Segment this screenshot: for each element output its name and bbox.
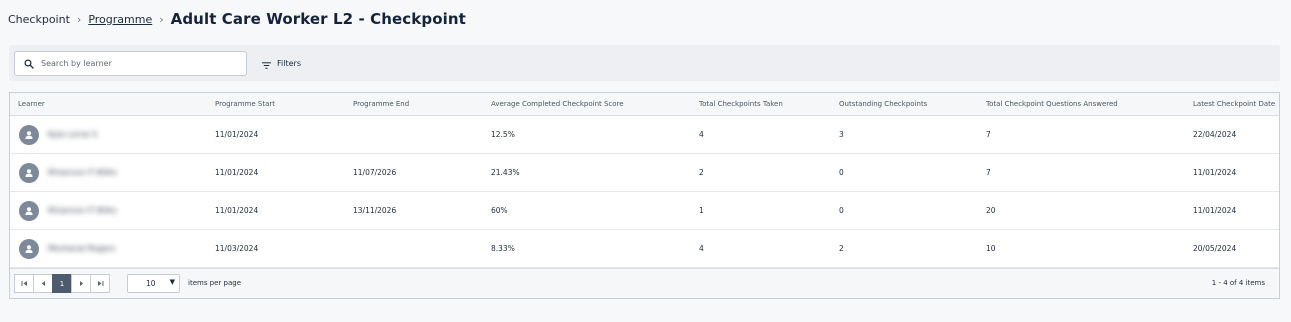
column-header-learner[interactable]: Learner [18, 93, 45, 115]
filter-icon [262, 54, 271, 73]
column-header-programme-end[interactable]: Programme End [353, 93, 409, 115]
average-score-cell: 8.33% [491, 244, 515, 253]
last-page-icon [97, 281, 103, 286]
pager: 1 [14, 274, 110, 293]
last-page-button[interactable] [90, 274, 110, 293]
learner-name[interactable]: Rhiannon P Wilks [48, 154, 117, 192]
search-input[interactable] [41, 53, 231, 74]
previous-page-icon [41, 281, 45, 286]
latest-date-cell: 11/01/2024 [1193, 206, 1237, 215]
total-taken-cell: 4 [699, 244, 704, 253]
chevron-right-icon: › [76, 12, 82, 26]
previous-page-button[interactable] [33, 274, 53, 293]
breadcrumb: Checkpoint › Programme › Adult Care Work… [8, 8, 466, 30]
avatar [19, 201, 39, 221]
avatar [19, 125, 39, 145]
learner-name[interactable]: Montanal Rogers [48, 230, 115, 268]
page-title: Adult Care Worker L2 - Checkpoint [170, 10, 466, 28]
programme-start-cell: 11/01/2024 [215, 168, 259, 177]
outstanding-cell: 0 [839, 206, 844, 215]
search-icon [17, 52, 41, 75]
total-taken-cell: 1 [699, 206, 704, 215]
latest-date-cell: 20/05/2024 [1193, 244, 1237, 253]
page-size-dropdown[interactable]: 10 ▼ [127, 274, 180, 293]
average-score-cell: 60% [491, 206, 508, 215]
pagination-bar: 1 10 ▼ items per page 1 - 4 of 4 items [10, 268, 1279, 298]
table-row[interactable]: Montanal Rogers 11/03/2024 8.33% 4 2 10 … [10, 230, 1279, 268]
learner-name[interactable]: Kyle Lorne S [48, 116, 97, 154]
programme-start-cell: 11/01/2024 [215, 130, 259, 139]
column-header-programme-start[interactable]: Programme Start [215, 93, 275, 115]
average-score-cell: 21.43% [491, 168, 520, 177]
outstanding-cell: 2 [839, 244, 844, 253]
breadcrumb-checkpoint[interactable]: Checkpoint [8, 13, 70, 26]
next-page-button[interactable] [71, 274, 91, 293]
caret-down-icon: ▼ [169, 278, 175, 286]
questions-answered-cell: 20 [986, 206, 996, 215]
programme-start-cell: 11/03/2024 [215, 244, 259, 253]
first-page-button[interactable] [14, 274, 34, 293]
total-taken-cell: 2 [699, 168, 704, 177]
column-header-questions-answered[interactable]: Total Checkpoint Questions Answered [986, 93, 1118, 115]
outstanding-cell: 0 [839, 168, 844, 177]
breadcrumb-programme-link[interactable]: Programme [88, 13, 152, 26]
filters-button[interactable]: Filters [262, 55, 301, 71]
column-header-total-checkpoints-taken[interactable]: Total Checkpoints Taken [699, 93, 783, 115]
avatar [19, 163, 39, 183]
avatar [19, 239, 39, 259]
programme-end-cell: 11/07/2026 [353, 168, 397, 177]
programme-end-cell: 13/11/2026 [353, 206, 397, 215]
questions-answered-cell: 7 [986, 168, 991, 177]
latest-date-cell: 11/01/2024 [1193, 168, 1237, 177]
learner-name[interactable]: Rhiannon P Wilks [48, 192, 117, 230]
column-header-latest-checkpoint-date[interactable]: Latest Checkpoint Date [1193, 93, 1275, 115]
outstanding-cell: 3 [839, 130, 844, 139]
page-size-value: 10 [146, 279, 156, 288]
table-row[interactable]: Rhiannon P Wilks 11/01/2024 11/07/2026 2… [10, 154, 1279, 192]
filters-label: Filters [277, 58, 301, 68]
pagination-range-info: 1 - 4 of 4 items [1211, 279, 1265, 287]
items-per-page-label: items per page [188, 279, 242, 287]
search-box [14, 51, 247, 76]
table-row[interactable]: Rhiannon P Wilks 11/01/2024 13/11/2026 6… [10, 192, 1279, 230]
chevron-right-icon: › [159, 12, 164, 26]
programme-start-cell: 11/01/2024 [215, 206, 259, 215]
checkpoint-table: Learner Programme Start Programme End Av… [9, 92, 1280, 299]
average-score-cell: 12.5% [491, 130, 515, 139]
total-taken-cell: 4 [699, 130, 704, 139]
table-header: Learner Programme Start Programme End Av… [10, 93, 1279, 116]
column-header-average-score[interactable]: Average Completed Checkpoint Score [491, 93, 624, 115]
first-page-icon [21, 281, 27, 286]
page-number-button[interactable]: 1 [52, 274, 72, 293]
toolbar: Filters [9, 45, 1280, 81]
latest-date-cell: 22/04/2024 [1193, 130, 1237, 139]
table-row[interactable]: Kyle Lorne S 11/01/2024 12.5% 4 3 7 22/0… [10, 116, 1279, 154]
questions-answered-cell: 7 [986, 130, 991, 139]
questions-answered-cell: 10 [986, 244, 996, 253]
next-page-icon [79, 281, 83, 286]
column-header-outstanding-checkpoints[interactable]: Outstanding Checkpoints [839, 93, 927, 115]
